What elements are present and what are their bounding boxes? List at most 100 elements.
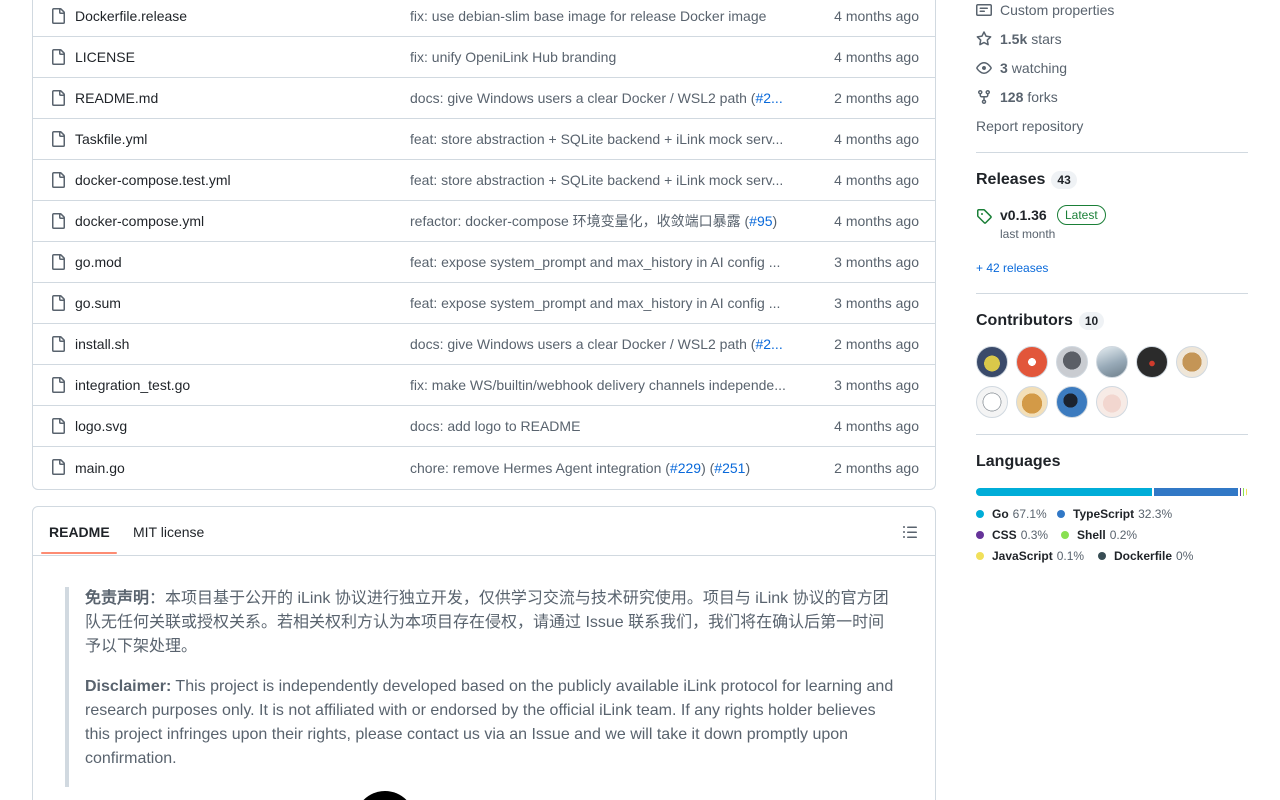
contributor-avatar[interactable] <box>1176 346 1208 378</box>
commit-message[interactable]: chore: remove Hermes Agent integration (… <box>410 460 800 476</box>
commit-text[interactable]: chore: remove Hermes Agent integration ( <box>410 460 670 476</box>
outline-list-icon[interactable] <box>902 524 918 540</box>
commit-text[interactable]: feat: store abstraction + SQLite backend… <box>410 172 783 188</box>
commit-text[interactable]: feat: expose system_prompt and max_histo… <box>410 295 780 311</box>
commit-time: 4 months ago <box>834 49 919 65</box>
file-row[interactable]: go.mod feat: expose system_prompt and ma… <box>33 242 935 283</box>
file-name[interactable]: docker-compose.test.yml <box>75 172 231 188</box>
commit-text[interactable]: fix: make WS/builtin/webhook delivery ch… <box>410 377 786 393</box>
language-color-dot <box>976 531 984 539</box>
commit-message[interactable]: refactor: docker-compose 环境变量化，收敛端口暴露 (#… <box>410 211 800 231</box>
file-name[interactable]: integration_test.go <box>75 377 190 393</box>
file-icon <box>52 377 65 393</box>
language-item-go[interactable]: Go 67.1% <box>976 507 1047 521</box>
pr-link[interactable]: #2... <box>755 336 782 352</box>
commit-time: 2 months ago <box>834 459 919 476</box>
language-color-dot <box>1061 531 1069 539</box>
file-row[interactable]: LICENSE fix: unify OpeniLink Hub brandin… <box>33 37 935 78</box>
file-icon <box>52 90 65 106</box>
commit-message[interactable]: docs: give Windows users a clear Docker … <box>410 90 800 106</box>
commit-text[interactable]: feat: store abstraction + SQLite backend… <box>410 131 783 147</box>
commit-text[interactable]: docs: give Windows users a clear Docker … <box>410 90 755 106</box>
tab-license[interactable]: MIT license <box>133 524 204 540</box>
language-bar <box>976 488 1248 496</box>
commit-message[interactable]: fix: unify OpeniLink Hub branding <box>410 49 800 65</box>
language-item-javascript[interactable]: JavaScript 0.1% <box>976 549 1084 563</box>
commit-message[interactable]: docs: add logo to README <box>410 418 800 434</box>
file-name[interactable]: go.sum <box>75 295 121 311</box>
tab-readme[interactable]: README <box>49 524 110 540</box>
language-color-dot <box>976 552 984 560</box>
stars-link[interactable]: 1.5k stars <box>976 29 1062 49</box>
pr-link[interactable]: #2... <box>755 90 782 106</box>
file-name[interactable]: docker-compose.yml <box>75 213 204 229</box>
commit-text[interactable]: refactor: docker-compose 环境变量化，收敛端口暴露 ( <box>410 213 749 229</box>
releases-title: Releases <box>976 171 1046 188</box>
contributor-avatar[interactable] <box>1056 386 1088 418</box>
file-row[interactable]: docker-compose.yml refactor: docker-comp… <box>33 201 935 242</box>
file-row[interactable]: integration_test.go fix: make WS/builtin… <box>33 365 935 406</box>
commit-message[interactable]: feat: expose system_prompt and max_histo… <box>410 254 800 270</box>
contributor-avatar[interactable] <box>1056 346 1088 378</box>
report-repository-link[interactable]: Report repository <box>976 116 1083 136</box>
disclaimer-en-text: This project is independently developed … <box>85 678 894 767</box>
file-name[interactable]: README.md <box>75 90 158 106</box>
watchers-link[interactable]: 3 watching <box>976 58 1067 78</box>
contributor-avatar[interactable] <box>1016 346 1048 378</box>
file-row[interactable]: logo.svg docs: add logo to README 4 mont… <box>33 406 935 447</box>
forks-link[interactable]: 128 forks <box>976 87 1058 107</box>
eye-icon <box>976 62 992 74</box>
contributor-avatar[interactable] <box>1096 386 1128 418</box>
contributor-avatar[interactable] <box>1016 386 1048 418</box>
sidebar-divider <box>976 293 1248 294</box>
commit-message[interactable]: feat: store abstraction + SQLite backend… <box>410 131 800 147</box>
file-name[interactable]: install.sh <box>75 336 129 352</box>
file-name[interactable]: Dockerfile.release <box>75 8 187 24</box>
commit-message[interactable]: feat: expose system_prompt and max_histo… <box>410 295 800 311</box>
custom-properties-link[interactable]: Custom properties <box>976 0 1114 20</box>
commit-message[interactable]: fix: use debian-slim base image for rele… <box>410 8 800 24</box>
file-row[interactable]: docker-compose.test.yml feat: store abst… <box>33 160 935 201</box>
file-row[interactable]: Taskfile.yml feat: store abstraction + S… <box>33 119 935 160</box>
file-name[interactable]: LICENSE <box>75 49 135 65</box>
commit-text[interactable]: docs: give Windows users a clear Docker … <box>410 336 755 352</box>
file-row[interactable]: main.go chore: remove Hermes Agent integ… <box>33 447 935 488</box>
file-row[interactable]: go.sum feat: expose system_prompt and ma… <box>33 283 935 324</box>
commit-text[interactable]: docs: add logo to README <box>410 418 580 434</box>
commit-text[interactable]: fix: unify OpeniLink Hub branding <box>410 49 616 65</box>
file-icon <box>52 131 65 147</box>
language-item-dockerfile[interactable]: Dockerfile 0% <box>1098 549 1193 563</box>
commit-text[interactable]: feat: expose system_prompt and max_histo… <box>410 254 780 270</box>
commit-time: 4 months ago <box>834 8 919 24</box>
contributor-avatar[interactable] <box>1136 346 1168 378</box>
contributor-avatar[interactable] <box>976 346 1008 378</box>
pr-link[interactable]: #251 <box>714 460 745 476</box>
language-item-shell[interactable]: Shell 0.2% <box>1061 528 1137 542</box>
language-item-typescript[interactable]: TypeScript 32.3% <box>1057 507 1172 521</box>
stars-count: 1.5k <box>1000 31 1028 47</box>
commit-message[interactable]: docs: give Windows users a clear Docker … <box>410 336 800 352</box>
more-releases-link[interactable]: + 42 releases <box>976 261 1048 275</box>
pr-link[interactable]: #229 <box>670 460 701 476</box>
language-item-css[interactable]: CSS 0.3% <box>976 528 1048 542</box>
file-name[interactable]: Taskfile.yml <box>75 131 147 147</box>
forks-count: 128 <box>1000 89 1024 105</box>
commit-message[interactable]: feat: store abstraction + SQLite backend… <box>410 172 800 188</box>
file-name[interactable]: main.go <box>75 460 125 476</box>
contributor-avatar[interactable] <box>976 386 1008 418</box>
commit-message[interactable]: fix: make WS/builtin/webhook delivery ch… <box>410 377 800 393</box>
file-list: Dockerfile.release fix: use debian-slim … <box>32 0 936 490</box>
file-name[interactable]: go.mod <box>75 254 122 270</box>
latest-release-link[interactable]: v0.1.36 <box>1000 207 1047 223</box>
releases-heading[interactable]: Releases 43 <box>976 171 1077 189</box>
language-percent: 0.2% <box>1109 528 1138 542</box>
file-row[interactable]: Dockerfile.release fix: use debian-slim … <box>33 0 935 37</box>
pr-link[interactable]: #95 <box>749 213 772 229</box>
file-row[interactable]: README.md docs: give Windows users a cle… <box>33 78 935 119</box>
commit-text[interactable]: fix: use debian-slim base image for rele… <box>410 8 766 24</box>
file-name[interactable]: logo.svg <box>75 418 127 434</box>
contributor-avatar[interactable] <box>1096 346 1128 378</box>
contributors-heading[interactable]: Contributors 10 <box>976 312 1105 330</box>
star-icon <box>976 31 992 46</box>
file-row[interactable]: install.sh docs: give Windows users a cl… <box>33 324 935 365</box>
